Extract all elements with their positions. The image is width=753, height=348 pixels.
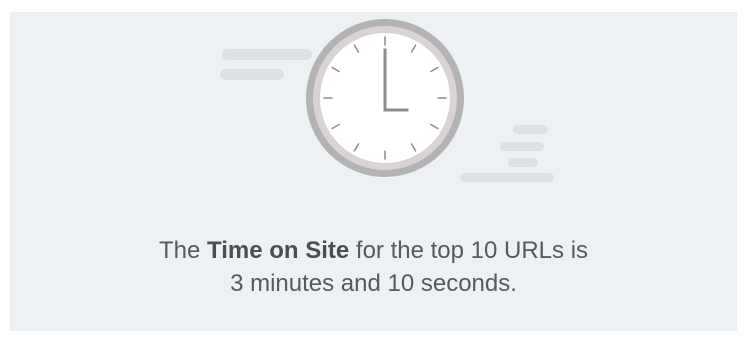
clock-illustration	[220, 19, 554, 182]
time-on-site-message: The Time on Site for the top 10 URLs is …	[10, 234, 737, 300]
stat-card: The Time on Site for the top 10 URLs is …	[10, 12, 737, 331]
message-suffix: for the top 10 URLs is	[349, 237, 589, 264]
clock-icon	[306, 19, 464, 177]
speed-lines-left-icon	[220, 49, 312, 80]
message-line-2: 3 minutes and 10 seconds.	[230, 270, 517, 297]
message-highlight: Time on Site	[206, 237, 350, 264]
message-line-1: The Time on Site for the top 10 URLs is	[10, 234, 737, 267]
speed-lines-right-icon	[460, 125, 554, 182]
message-prefix: The	[158, 237, 207, 264]
